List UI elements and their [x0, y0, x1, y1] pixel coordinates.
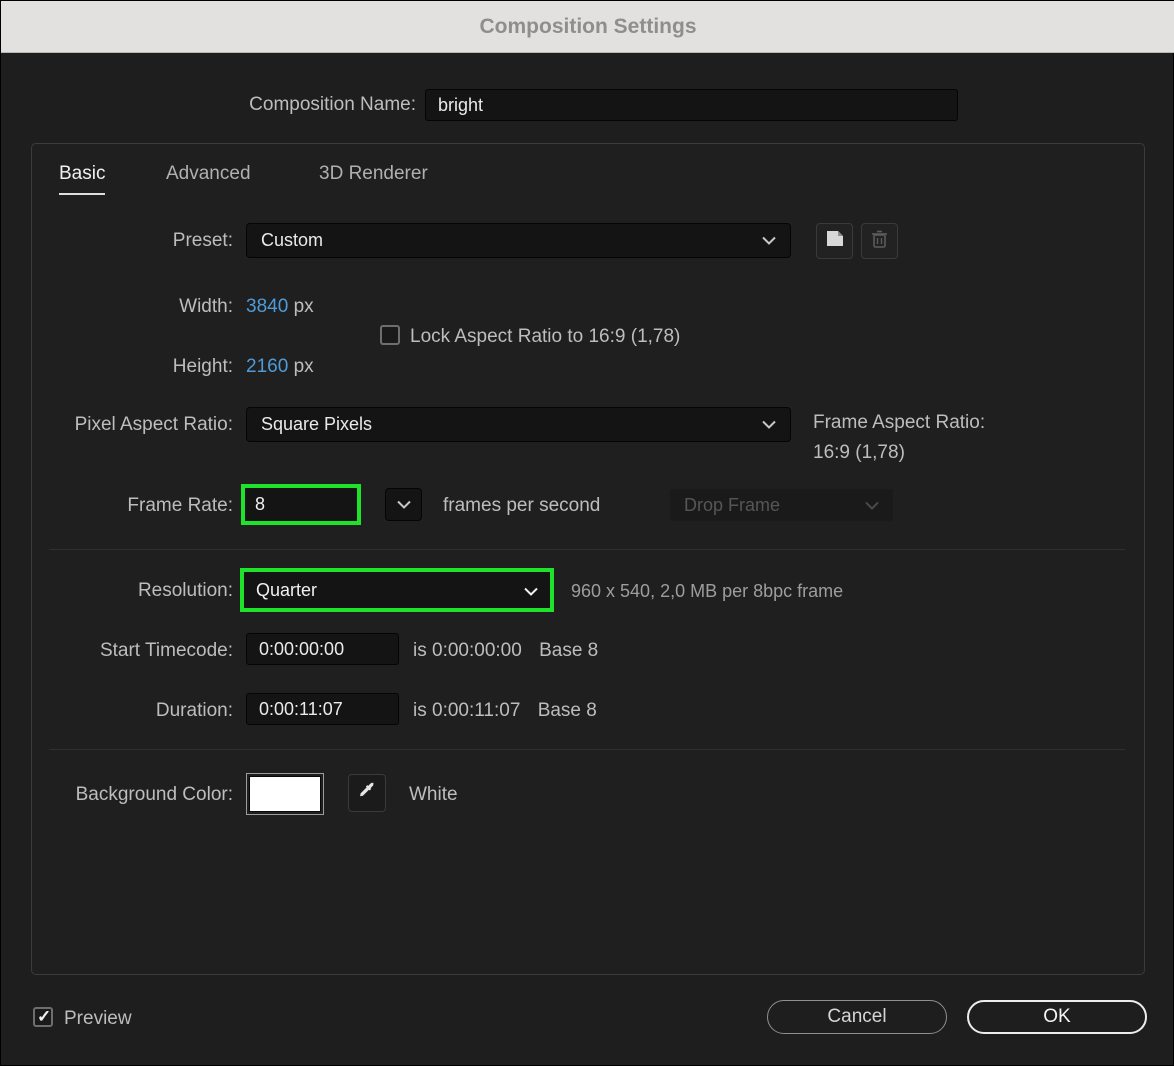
pixel-aspect-ratio-label: Pixel Aspect Ratio:	[74, 414, 233, 435]
frame-rate-label: Frame Rate:	[127, 495, 233, 516]
resolution-info: 960 x 540, 2,0 MB per 8bpc frame	[571, 581, 844, 601]
lock-aspect-checkbox[interactable]	[380, 325, 400, 345]
resolution-dropdown[interactable]: Quarter	[244, 572, 550, 608]
resolution-value: Quarter	[256, 579, 318, 600]
save-preset-button[interactable]	[816, 223, 853, 259]
height-value[interactable]: 2160	[246, 356, 288, 377]
background-color-fill	[249, 776, 321, 812]
width-value[interactable]: 3840	[246, 296, 288, 317]
ok-button[interactable]: OK	[967, 1000, 1147, 1034]
drop-frame-dropdown: Drop Frame	[669, 488, 894, 522]
background-color-name: White	[409, 784, 458, 805]
composition-name-input[interactable]: bright	[425, 89, 958, 121]
width-unit: px	[293, 296, 314, 317]
save-preset-icon	[825, 230, 844, 252]
frame-aspect-ratio-label: Frame Aspect Ratio:	[813, 412, 986, 433]
duration-value: 0:00:11:07	[259, 698, 343, 719]
pixel-aspect-ratio-dropdown[interactable]: Square Pixels	[246, 407, 791, 442]
background-color-label: Background Color:	[75, 784, 233, 805]
divider	[49, 749, 1125, 750]
duration-input[interactable]: 0:00:11:07	[246, 693, 399, 725]
composition-name-label: Composition Name:	[249, 94, 416, 115]
chevron-down-icon	[396, 500, 411, 509]
pixel-aspect-ratio-value: Square Pixels	[261, 414, 373, 434]
frame-rate-input[interactable]: 8	[245, 488, 357, 521]
chevron-down-icon	[762, 236, 776, 245]
duration-info: is 0:00:11:07	[413, 700, 521, 721]
background-color-swatch[interactable]	[246, 773, 324, 815]
height-label: Height:	[172, 356, 233, 377]
frame-aspect-ratio-value: 16:9 (1,78)	[813, 442, 905, 463]
start-timecode-info-row: is 0:00:00:00 Base 8	[413, 639, 813, 663]
eyedropper-icon	[357, 781, 377, 806]
composition-settings-dialog: { "title_bar": { "title": "Composition S…	[0, 0, 1174, 1066]
settings-panel	[31, 143, 1145, 975]
height-value-row: 2160 px	[246, 355, 446, 379]
chevron-down-icon	[865, 501, 879, 510]
start-timecode-label: Start Timecode:	[99, 640, 233, 661]
duration-base: Base 8	[537, 700, 597, 721]
resolution-highlight: Quarter	[240, 568, 554, 612]
preset-value: Custom	[261, 230, 324, 250]
frame-rate-highlight: 8	[241, 484, 361, 525]
frames-per-second-label: frames per second	[443, 495, 601, 516]
preset-label: Preset:	[172, 230, 233, 251]
delete-preset-button[interactable]	[861, 223, 898, 259]
frame-rate-preset-dropdown[interactable]	[385, 488, 422, 521]
tab-3d-renderer[interactable]: 3D Renderer	[319, 163, 428, 193]
trash-icon	[871, 230, 888, 253]
preview-checkbox[interactable]	[33, 1007, 53, 1027]
chevron-down-icon	[524, 580, 538, 601]
width-value-row: 3840 px	[246, 295, 446, 319]
start-timecode-value: 0:00:00:00	[259, 638, 345, 659]
preview-label: Preview	[64, 1008, 132, 1029]
duration-info-row: is 0:00:11:07 Base 8	[413, 699, 813, 723]
title-bar: Composition Settings	[1, 1, 1174, 53]
resolution-label: Resolution:	[137, 580, 233, 601]
chevron-down-icon	[762, 420, 776, 429]
eyedropper-button[interactable]	[348, 774, 386, 812]
width-label: Width:	[179, 296, 233, 317]
height-unit: px	[293, 356, 314, 377]
cancel-button[interactable]: Cancel	[767, 1000, 947, 1034]
tab-basic[interactable]: Basic	[59, 163, 106, 195]
drop-frame-value: Drop Frame	[684, 494, 781, 515]
preset-dropdown[interactable]: Custom	[246, 223, 791, 258]
tab-advanced[interactable]: Advanced	[166, 163, 251, 193]
start-timecode-base: Base 8	[539, 640, 599, 661]
start-timecode-info: is 0:00:00:00	[413, 640, 522, 661]
frame-rate-value: 8	[255, 494, 266, 514]
start-timecode-input[interactable]: 0:00:00:00	[246, 633, 399, 665]
dialog-title: Composition Settings	[479, 14, 697, 38]
divider	[49, 549, 1125, 550]
composition-name-value: bright	[438, 94, 484, 115]
duration-label: Duration:	[155, 700, 233, 721]
lock-aspect-label: Lock Aspect Ratio to 16:9 (1,78)	[410, 326, 681, 347]
